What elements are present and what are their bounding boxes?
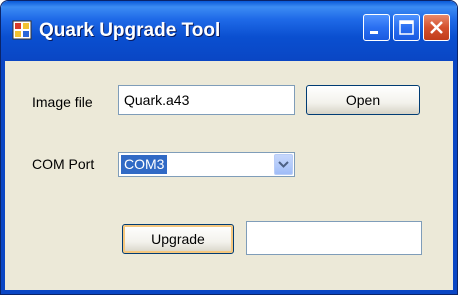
window-border-right: [453, 61, 457, 294]
com-port-select[interactable]: COM3: [118, 152, 295, 177]
upgrade-button[interactable]: Upgrade: [122, 224, 234, 254]
title-bar[interactable]: Quark Upgrade Tool: [1, 1, 457, 61]
com-port-selected-value: COM3: [121, 155, 168, 174]
app-window-icon[interactable]: [12, 20, 32, 40]
maximize-button[interactable]: [393, 14, 420, 41]
com-port-label: COM Port: [32, 156, 95, 172]
close-icon: [430, 21, 443, 34]
window-title: Quark Upgrade Tool: [39, 20, 221, 41]
window-border-bottom: [1, 290, 457, 294]
minimize-icon: [370, 31, 378, 34]
minimize-button[interactable]: [363, 14, 390, 41]
upgrade-status-field[interactable]: [246, 221, 422, 255]
chevron-down-icon: [278, 161, 289, 168]
image-file-label: Image file: [32, 94, 93, 110]
app-window: Quark Upgrade Tool Image file Quark.a43 …: [0, 0, 458, 295]
close-button[interactable]: [423, 14, 450, 41]
maximize-icon: [399, 20, 414, 35]
open-button[interactable]: Open: [306, 85, 420, 115]
image-file-input[interactable]: Quark.a43: [118, 85, 295, 115]
dropdown-button[interactable]: [274, 154, 293, 175]
